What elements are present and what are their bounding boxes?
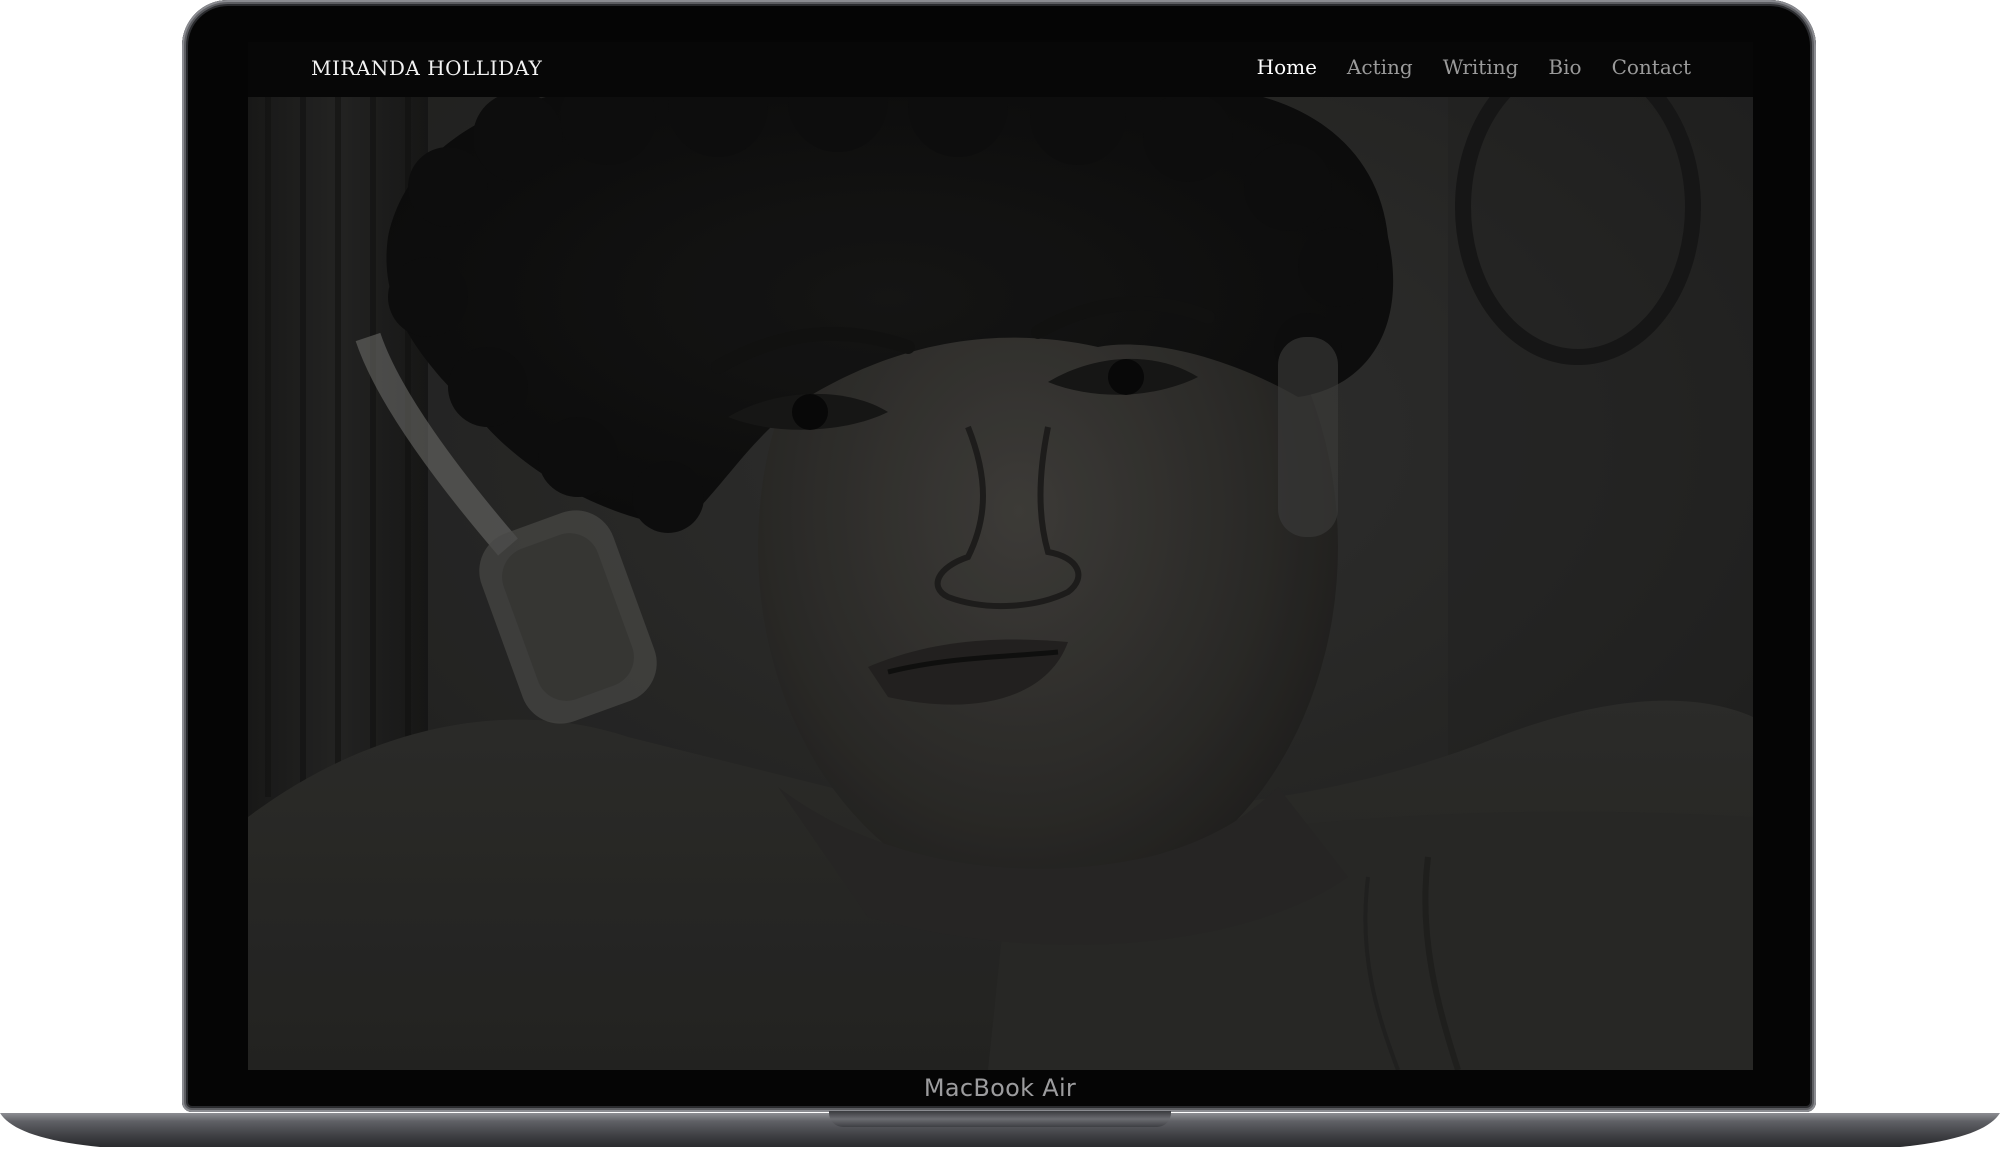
nav-bio[interactable]: Bio xyxy=(1548,55,1581,79)
nav-acting[interactable]: Acting xyxy=(1347,55,1413,79)
main-nav: Home Acting Writing Bio Contact xyxy=(1257,55,1691,79)
laptop-screen: MIRANDA HOLLIDAY Home Acting Writing Bio… xyxy=(248,42,1753,1070)
nav-writing[interactable]: Writing xyxy=(1443,55,1519,79)
nav-contact[interactable]: Contact xyxy=(1612,55,1691,79)
hero-portrait-image xyxy=(248,97,1753,1070)
laptop-mockup: MIRANDA HOLLIDAY Home Acting Writing Bio… xyxy=(0,0,2000,1157)
laptop-hinge-notch xyxy=(829,1111,1171,1127)
site-brand[interactable]: MIRANDA HOLLIDAY xyxy=(311,56,542,80)
nav-home[interactable]: Home xyxy=(1257,55,1317,79)
site-header: MIRANDA HOLLIDAY Home Acting Writing Bio… xyxy=(248,42,1753,97)
device-label: MacBook Air xyxy=(923,1074,1077,1102)
hero-photo xyxy=(248,97,1753,1070)
